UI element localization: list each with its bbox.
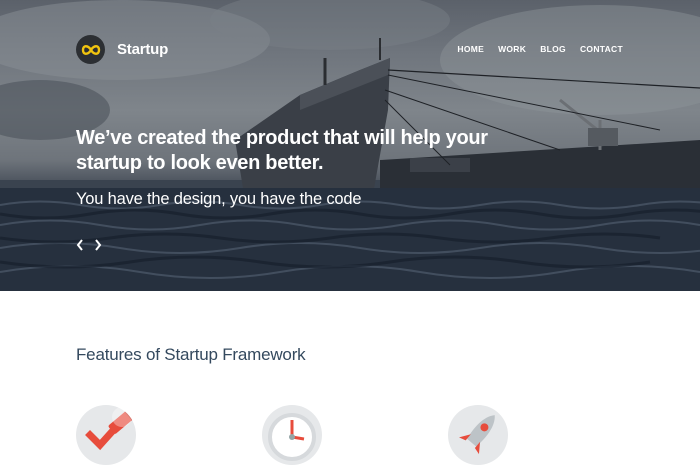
main-nav: HOME WORK BLOG CONTACT	[443, 44, 623, 54]
features-title: Features of Startup Framework	[76, 345, 306, 364]
brand-name: Startup	[117, 41, 169, 58]
next-arrow-icon[interactable]	[92, 238, 104, 252]
prev-arrow-icon[interactable]	[74, 238, 86, 252]
nav-contact[interactable]: CONTACT	[580, 44, 623, 54]
brand[interactable]: Startup	[76, 35, 168, 64]
rocket-icon	[448, 405, 508, 465]
clock-icon	[262, 405, 322, 465]
slider-controls	[74, 238, 104, 252]
infinity-logo-icon	[76, 35, 105, 64]
hero-section: Startup HOME WORK BLOG CONTACT We’ve cre…	[0, 0, 700, 291]
nav-home[interactable]: HOME	[457, 44, 484, 54]
checkmark-pencil-icon	[76, 405, 136, 465]
hero-subline: You have the design, you have the code	[76, 190, 362, 208]
hero-headline: We’ve created the product that will help…	[76, 127, 488, 174]
nav-work[interactable]: WORK	[498, 44, 526, 54]
nav-blog[interactable]: BLOG	[540, 44, 566, 54]
